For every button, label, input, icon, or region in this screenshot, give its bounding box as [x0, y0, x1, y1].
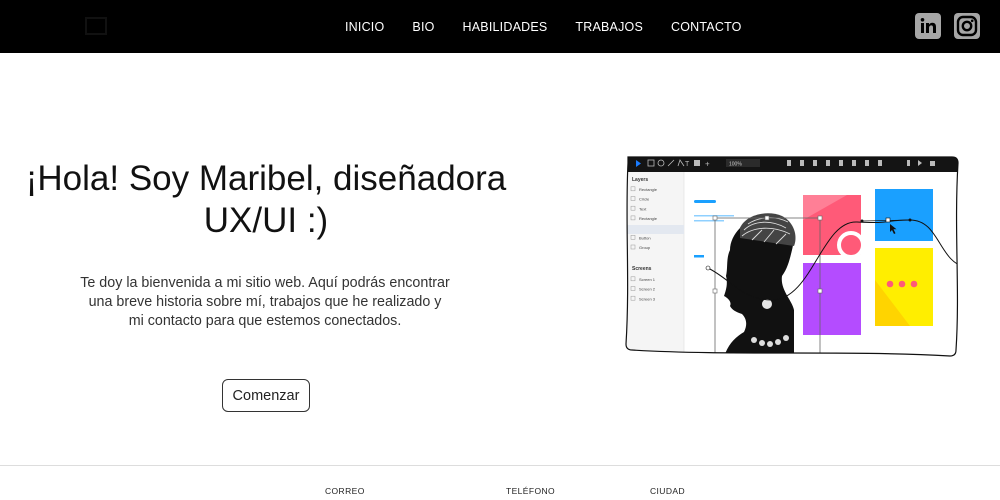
- image-tool-icon: [694, 160, 700, 166]
- zoom-value: 100%: [729, 162, 742, 168]
- anchor-point: [965, 266, 969, 270]
- layer-selected-highlight: [626, 225, 684, 234]
- layer-item-label: Rectangle: [639, 187, 658, 192]
- layer-item-label: Circle: [639, 197, 650, 202]
- footer-email: CORREO: [325, 486, 365, 500]
- dot: [898, 280, 906, 288]
- screen-item-label: Screen 2: [639, 287, 656, 292]
- design-tool-illustration: T + 100% Layers Rectangle Circle Text Recta…: [625, 156, 969, 357]
- nav-trabajos[interactable]: TRABAJOS: [575, 20, 643, 34]
- layer-item-label: Text: [639, 206, 647, 211]
- social-links: [915, 13, 980, 39]
- layer-item-label: Group: [639, 245, 651, 250]
- dot: [910, 280, 918, 288]
- add-tool-icon: +: [705, 160, 710, 169]
- layers-title: Layers: [632, 177, 648, 183]
- layer-item-label: Button: [639, 236, 651, 241]
- hero-description: Te doy la bienvenida a mi sitio web. Aqu…: [80, 275, 450, 329]
- footer-divider: [0, 465, 1000, 466]
- top-navbar: INICIO BIO HABILIDADES TRABAJOS CONTACTO: [0, 0, 1000, 53]
- footer-email-label: CORREO: [325, 486, 365, 496]
- canvas-bar: [694, 200, 716, 203]
- nav-habilidades[interactable]: HABILIDADES: [463, 20, 548, 34]
- hero-title: ¡Hola! Soy Maribel, diseñadora UX/UI :): [25, 159, 507, 240]
- layers-panel: [626, 172, 684, 356]
- anchor-point: [885, 217, 891, 223]
- nav-contacto[interactable]: CONTACTO: [671, 20, 742, 34]
- text-tool-icon: T: [685, 161, 690, 168]
- screens-title: Screens: [632, 266, 652, 272]
- start-button[interactable]: Comenzar: [222, 379, 310, 412]
- canvas-bar: [694, 255, 704, 258]
- dot: [886, 280, 894, 288]
- footer-phone: TELÉFONO: [506, 486, 555, 500]
- footer-phone-label: TELÉFONO: [506, 486, 556, 496]
- linkedin-icon[interactable]: [915, 13, 941, 39]
- layer-item-label: Rectangle: [639, 216, 658, 221]
- instagram-icon[interactable]: [954, 13, 980, 39]
- footer-city-label: CIUDAD: [650, 486, 685, 496]
- nav-bio[interactable]: BIO: [412, 20, 434, 34]
- footer-city: CIUDAD: [650, 486, 685, 500]
- screen-item-label: Screen 3: [639, 296, 656, 301]
- purple-card: [803, 263, 861, 335]
- logo-icon[interactable]: [84, 14, 108, 38]
- main-nav: INICIO BIO HABILIDADES TRABAJOS CONTACTO: [345, 0, 742, 53]
- nav-inicio[interactable]: INICIO: [345, 20, 384, 34]
- earring: [762, 299, 772, 309]
- screen-item-label: Screen 1: [639, 277, 656, 282]
- anchor-point: [705, 265, 711, 271]
- canvas-line: [694, 220, 724, 222]
- blue-card: [875, 189, 933, 241]
